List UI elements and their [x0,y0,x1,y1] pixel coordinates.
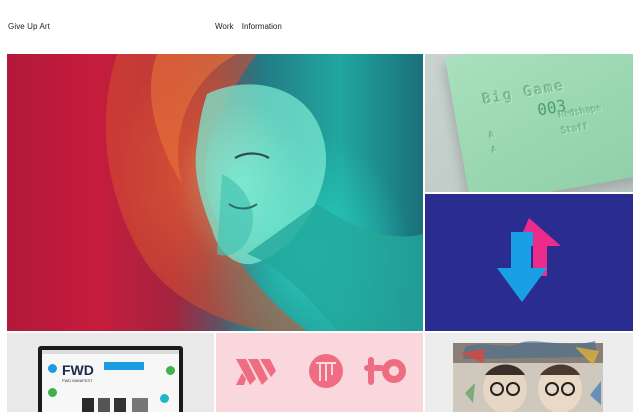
painted-portraits-image [453,341,603,412]
tile-big-game-card[interactable]: Big Game 003 A Redshape A Staff [425,54,633,192]
main-nav: Work Information [215,22,288,31]
screen-block-3 [98,398,110,412]
ten-mark-icon [364,357,406,385]
screen-topbar [42,350,179,354]
tile-painted-portraits[interactable] [425,333,633,412]
site-logo[interactable]: Give Up Art [8,22,50,31]
circle-mark-icon [309,354,343,388]
portrait-image [105,54,423,331]
screen-block-4 [114,398,126,412]
fwd-logo: FWD [62,362,94,378]
tile-fwd-website[interactable]: FWD FWD MANIFEST [7,333,214,412]
w-mark-icon [236,359,276,385]
nav-work[interactable]: Work [215,22,234,31]
screen-block-2 [82,398,94,412]
logo-marks [236,354,406,388]
tile-logo-marks[interactable] [216,333,423,412]
screen-dot-green-2 [166,366,175,375]
card-left-b: A [491,145,499,157]
monitor: FWD FWD MANIFEST [38,346,183,412]
screen-block-1 [104,362,144,370]
site-header: Give Up Art Work Information [0,0,640,54]
monitor-screen: FWD FWD MANIFEST [42,350,179,412]
card-right-b: Staff [560,122,590,137]
screen-dot-cyan [160,394,169,403]
tile-portrait[interactable] [7,54,423,331]
fwd-subline: FWD MANIFEST [62,378,93,383]
card-left-a: A [488,130,496,142]
tile-arrows-logo[interactable] [425,194,633,331]
screen-dot-green [48,388,57,397]
arrows-icon [497,218,561,302]
work-grid: Big Game 003 A Redshape A Staff FWD FWD … [7,54,633,412]
nav-information[interactable]: Information [242,22,282,31]
screen-dot-blue [48,364,57,373]
screen-block-5 [132,398,148,412]
card-face: Big Game 003 A Redshape A Staff [445,54,633,192]
